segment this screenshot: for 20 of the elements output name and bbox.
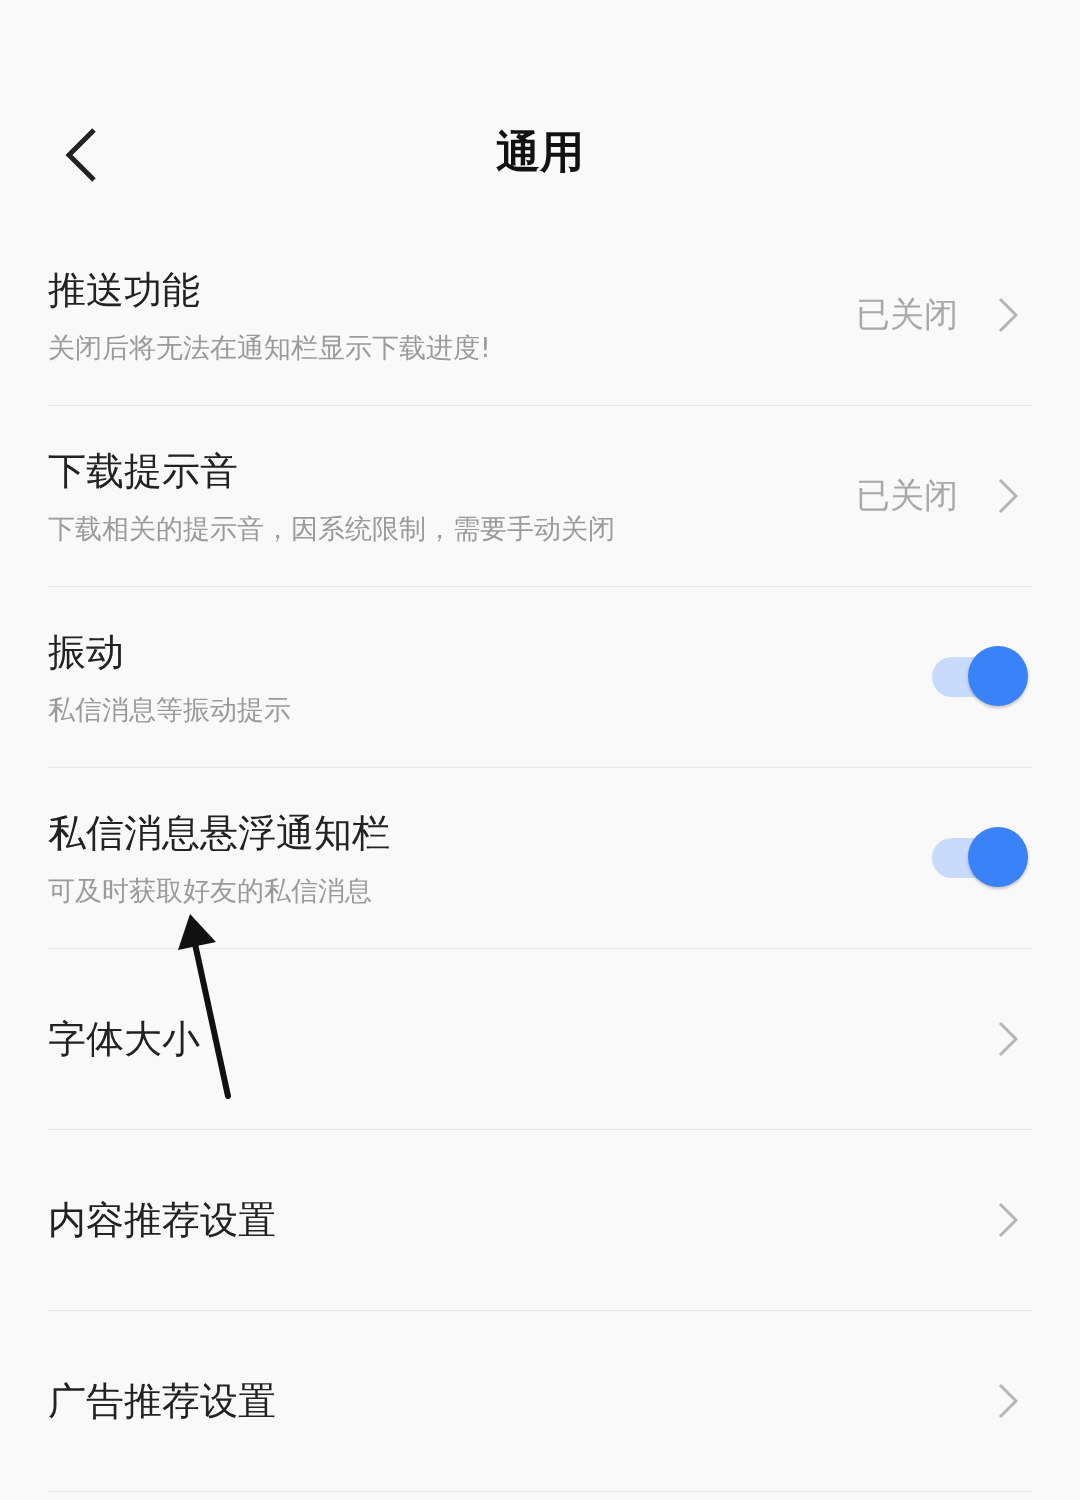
chevron-right-icon[interactable] (998, 297, 1018, 333)
setting-value: 已关闭 (856, 474, 958, 517)
chevron-right-icon[interactable] (998, 478, 1018, 514)
setting-description: 私信消息等振动提示 (48, 692, 292, 727)
setting-title: 私信消息悬浮通知栏 (48, 809, 391, 857)
setting-title: 内容推荐设置 (48, 1196, 277, 1244)
chevron-right-icon[interactable] (998, 1202, 1018, 1238)
chevron-right-icon[interactable] (998, 1383, 1018, 1419)
setting-value: 已关闭 (856, 293, 958, 336)
setting-title: 广告推荐设置 (48, 1377, 277, 1425)
setting-title: 振动 (48, 628, 125, 676)
setting-title: 字体大小 (48, 1015, 201, 1063)
setting-title: 推送功能 (48, 266, 201, 314)
page-title: 通用 (496, 125, 584, 179)
setting-description: 下载相关的提示音，因系统限制，需要手动关闭 (48, 511, 616, 546)
setting-description: 关闭后将无法在通知栏显示下载进度! (48, 330, 492, 365)
chevron-right-icon[interactable] (998, 1021, 1018, 1057)
setting-title: 下载提示音 (48, 447, 239, 495)
setting-description: 可及时获取好友的私信消息 (48, 873, 373, 908)
back-icon[interactable] (64, 127, 98, 183)
